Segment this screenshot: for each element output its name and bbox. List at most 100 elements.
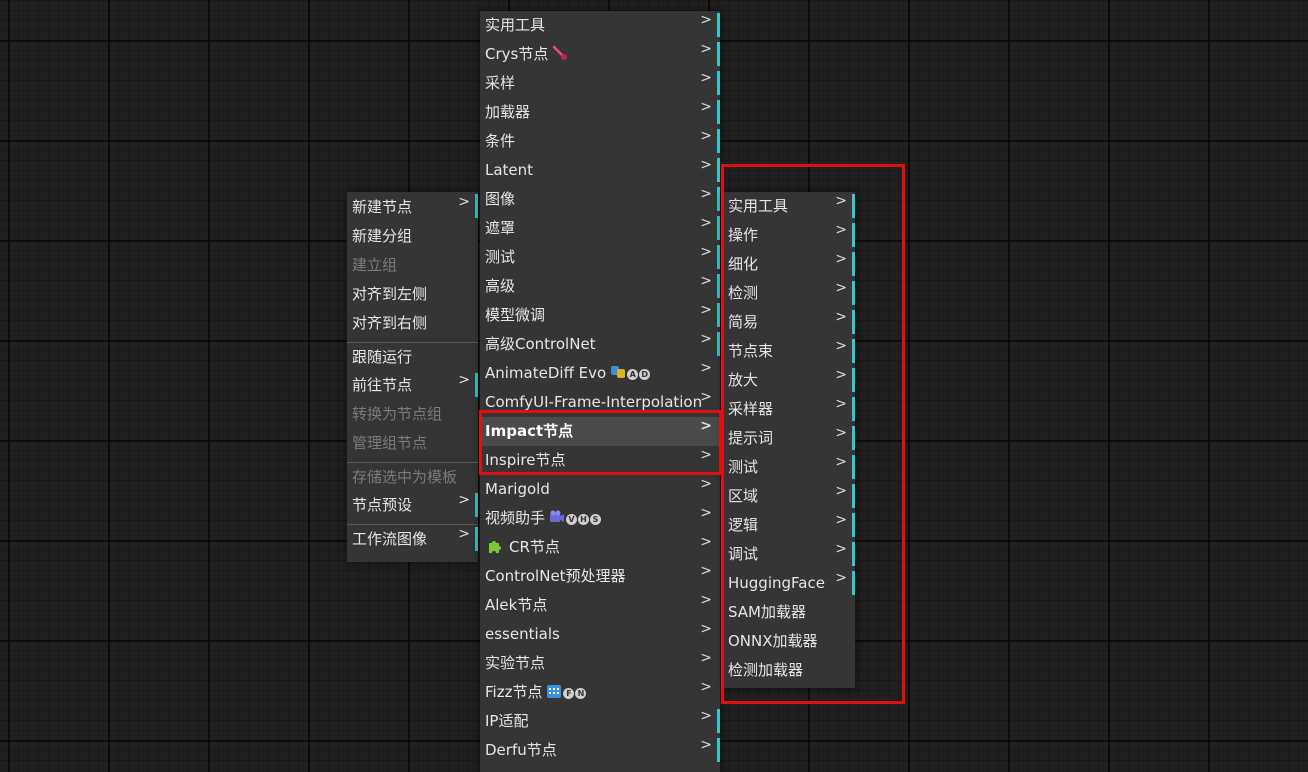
chevron-right-icon: >	[458, 526, 470, 542]
category-image[interactable]: 图像 >	[480, 185, 720, 214]
film-camera-icon	[549, 506, 565, 535]
chevron-right-icon: >	[700, 563, 712, 579]
chevron-right-icon: >	[835, 251, 847, 267]
menu-item-label: 高级ControlNet	[485, 335, 596, 353]
impact-detector-loader[interactable]: 检测加载器	[723, 656, 855, 685]
category-sampling[interactable]: 采样 >	[480, 69, 720, 98]
category-marigold[interactable]: Marigold >	[480, 475, 720, 504]
menu-item-label: 图像	[485, 190, 516, 208]
submenu-indicator	[717, 129, 720, 153]
menu-item-align-right[interactable]: 对齐到右侧	[347, 309, 478, 338]
chevron-right-icon: >	[700, 157, 712, 173]
menu-item-label: 转换为节点组	[352, 405, 443, 423]
category-loaders[interactable]: 加载器 >	[480, 98, 720, 127]
chevron-right-icon: >	[700, 302, 712, 318]
category-model-finetune[interactable]: 模型微调 >	[480, 301, 720, 330]
menu-item-label: 管理组节点	[352, 434, 428, 452]
impact-onnx-loader[interactable]: ONNX加载器	[723, 627, 855, 656]
menu-item-label: 区域	[728, 487, 759, 505]
category-inspire[interactable]: Inspire节点 >	[480, 446, 720, 475]
menu-item-workflow-image[interactable]: 工作流图像 >	[347, 524, 478, 553]
chevron-right-icon: >	[700, 447, 712, 463]
category-animatediff-evo[interactable]: AnimateDiff Evo A D >	[480, 359, 720, 388]
chevron-right-icon: >	[700, 186, 712, 202]
category-mask[interactable]: 遮罩 >	[480, 214, 720, 243]
chevron-right-icon: >	[700, 128, 712, 144]
menu-item-node-presets[interactable]: 节点预设 >	[347, 491, 478, 520]
submenu-indicator	[852, 542, 855, 566]
category-cr[interactable]: CR节点 >	[480, 533, 720, 562]
badge-s: S	[590, 514, 602, 525]
category-essentials[interactable]: essentials >	[480, 620, 720, 649]
menu-item-label: 对齐到左侧	[352, 285, 428, 303]
submenu-indicator	[717, 158, 720, 182]
chevron-right-icon: >	[700, 534, 712, 550]
node-category-menu: 实用工具 > Crys节点 > 采样 > 加载器 > 条件 > Latent > 图像 > 遮…	[480, 11, 720, 772]
chevron-right-icon: >	[700, 505, 712, 521]
menu-item-label: 新建节点	[352, 198, 413, 216]
chevron-right-icon: >	[700, 418, 712, 434]
menu-item-label: 视频助手	[485, 509, 546, 527]
category-crys[interactable]: Crys节点 >	[480, 40, 720, 69]
submenu-indicator	[852, 339, 855, 363]
menu-item-label: 提示词	[728, 429, 774, 447]
puzzle-piece-icon	[487, 535, 503, 564]
menu-item-label: 存储选中为模板	[352, 468, 458, 486]
chevron-right-icon: >	[835, 280, 847, 296]
menu-item-label: 实用工具	[485, 16, 546, 34]
menu-item-new-node[interactable]: 新建节点 >	[347, 192, 478, 222]
menu-item-label: 模型微调	[485, 306, 546, 324]
chevron-right-icon: >	[835, 222, 847, 238]
chevron-right-icon: >	[835, 483, 847, 499]
menu-item-label: essentials	[485, 625, 560, 643]
submenu-indicator	[852, 368, 855, 392]
menu-item-label: HuggingFace	[728, 574, 825, 592]
category-latent[interactable]: Latent >	[480, 156, 720, 185]
chevron-right-icon: >	[700, 360, 712, 376]
impact-submenu: 实用工具 > 操作 > 细化 > 检测 > 简易 > 节点束 > 放大 > 采样器 > 提示词 >…	[723, 192, 855, 688]
menu-item-label: 采样	[485, 74, 516, 92]
impact-sam-loader[interactable]: SAM加载器	[723, 598, 855, 627]
menu-item-create-group: 建立组	[347, 251, 478, 280]
menu-item-label: 前往节点	[352, 376, 413, 394]
submenu-indicator	[717, 738, 720, 762]
menu-item-label: 逻辑	[728, 516, 759, 534]
badge-v: V	[566, 514, 578, 525]
category-ip-adapter[interactable]: IP适配 >	[480, 707, 720, 736]
menu-item-label: Alek节点	[485, 596, 548, 614]
menu-item-new-group[interactable]: 新建分组	[347, 222, 478, 251]
calendar-grid-icon	[546, 680, 562, 709]
menu-item-goto-node[interactable]: 前往节点 >	[347, 371, 478, 400]
category-impact[interactable]: Impact节点 >	[480, 417, 720, 446]
category-conditioning[interactable]: 条件 >	[480, 127, 720, 156]
category-controlnet-preprocessors[interactable]: ControlNet预处理器 >	[480, 562, 720, 591]
category-utils[interactable]: 实用工具 >	[480, 11, 720, 40]
menu-item-align-left[interactable]: 对齐到左侧	[347, 280, 478, 309]
submenu-indicator	[852, 571, 855, 595]
submenu-indicator	[852, 426, 855, 450]
category-frame-interpolation[interactable]: ComfyUI-Frame-Interpolation >	[480, 388, 720, 417]
menu-item-label: 条件	[485, 132, 516, 150]
chevron-right-icon: >	[700, 621, 712, 637]
category-derfu[interactable]: Derfu节点 >	[480, 736, 720, 765]
chevron-right-icon: >	[700, 679, 712, 695]
badge-a: A	[627, 369, 639, 380]
chevron-right-icon: >	[700, 70, 712, 86]
badge-n: N	[575, 688, 587, 699]
chevron-right-icon: >	[700, 215, 712, 231]
menu-item-label: 建立组	[352, 256, 398, 274]
impact-huggingface[interactable]: HuggingFace >	[723, 569, 855, 598]
badge-f: F	[563, 688, 575, 699]
menu-item-label: 对齐到右侧	[352, 314, 428, 332]
category-video-helper[interactable]: 视频助手 V H S >	[480, 504, 720, 533]
category-alek[interactable]: Alek节点 >	[480, 591, 720, 620]
category-fizz[interactable]: Fizz节点 F N >	[480, 678, 720, 707]
category-testing[interactable]: 测试 >	[480, 243, 720, 272]
category-experimental[interactable]: 实验节点 >	[480, 649, 720, 678]
menu-item-label: 新建分组	[352, 227, 413, 245]
menu-item-label: 测试	[485, 248, 516, 266]
chevron-right-icon: >	[700, 99, 712, 115]
category-advanced[interactable]: 高级 >	[480, 272, 720, 301]
category-advanced-controlnet[interactable]: 高级ControlNet >	[480, 330, 720, 359]
chevron-right-icon: >	[700, 273, 712, 289]
